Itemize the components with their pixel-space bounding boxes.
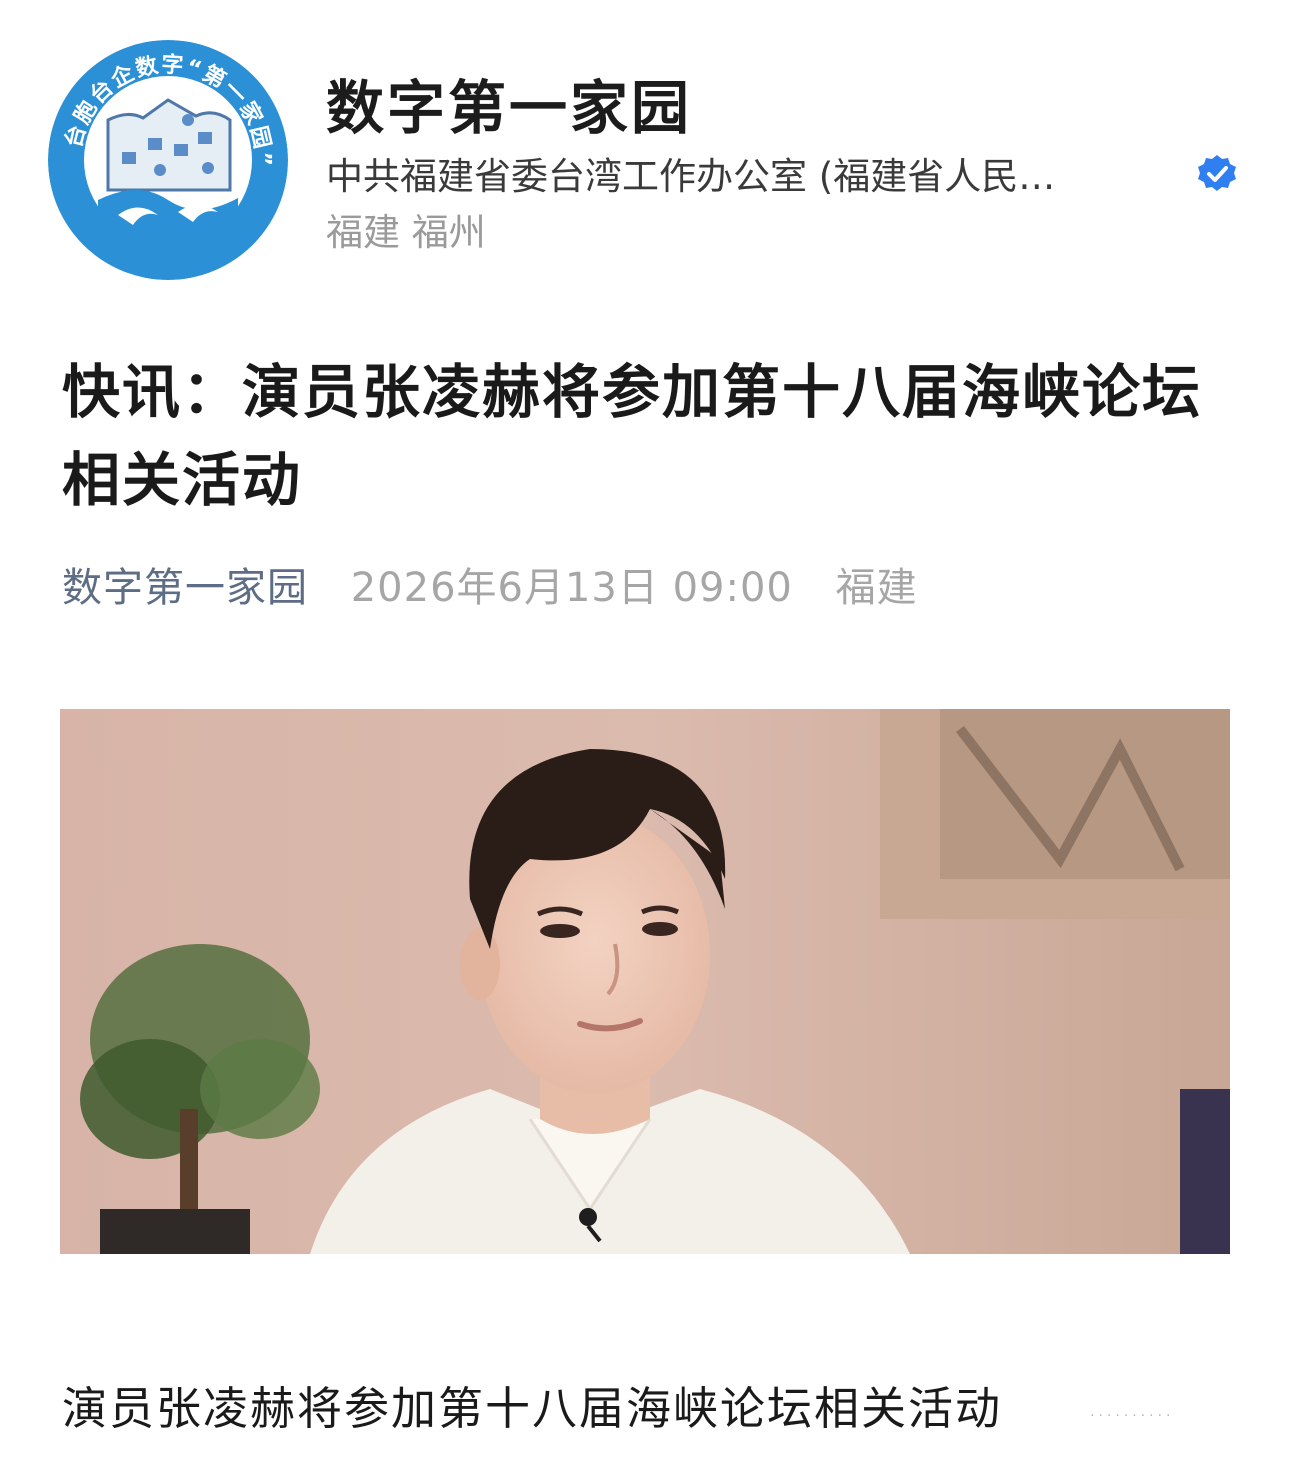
article-title: 快讯：演员张凌赫将参加第十八届海峡论坛相关活动 bbox=[62, 358, 1203, 514]
meta-location: 福建 bbox=[835, 565, 918, 611]
account-avatar[interactable]: 台胞台企数字“第一家园” bbox=[48, 40, 288, 280]
verified-badge-icon bbox=[1198, 155, 1236, 191]
more-dots-icon: ·········· bbox=[1090, 1408, 1175, 1424]
article-meta: 数字第一家园 2026年6月13日 09:00 福建 bbox=[62, 558, 918, 618]
account-location: 福建 福州 bbox=[326, 211, 486, 254]
account-header: 台胞台企数字“第一家园” 数字第一家园 中共福建省委台湾工作办公室 (福建省人民… bbox=[0, 0, 1290, 300]
meta-datetime: 2026年6月13日 09:00 bbox=[350, 565, 793, 611]
photo-icon bbox=[60, 709, 1230, 1254]
account-organization: 中共福建省委台湾工作办公室 (福建省人民… bbox=[326, 155, 1056, 198]
article-photo[interactable] bbox=[60, 709, 1230, 1254]
avatar-logo-icon: 台胞台企数字“第一家园” bbox=[48, 40, 288, 280]
account-name[interactable]: 数字第一家园 bbox=[326, 66, 692, 150]
meta-author-link[interactable]: 数字第一家园 bbox=[62, 558, 308, 618]
